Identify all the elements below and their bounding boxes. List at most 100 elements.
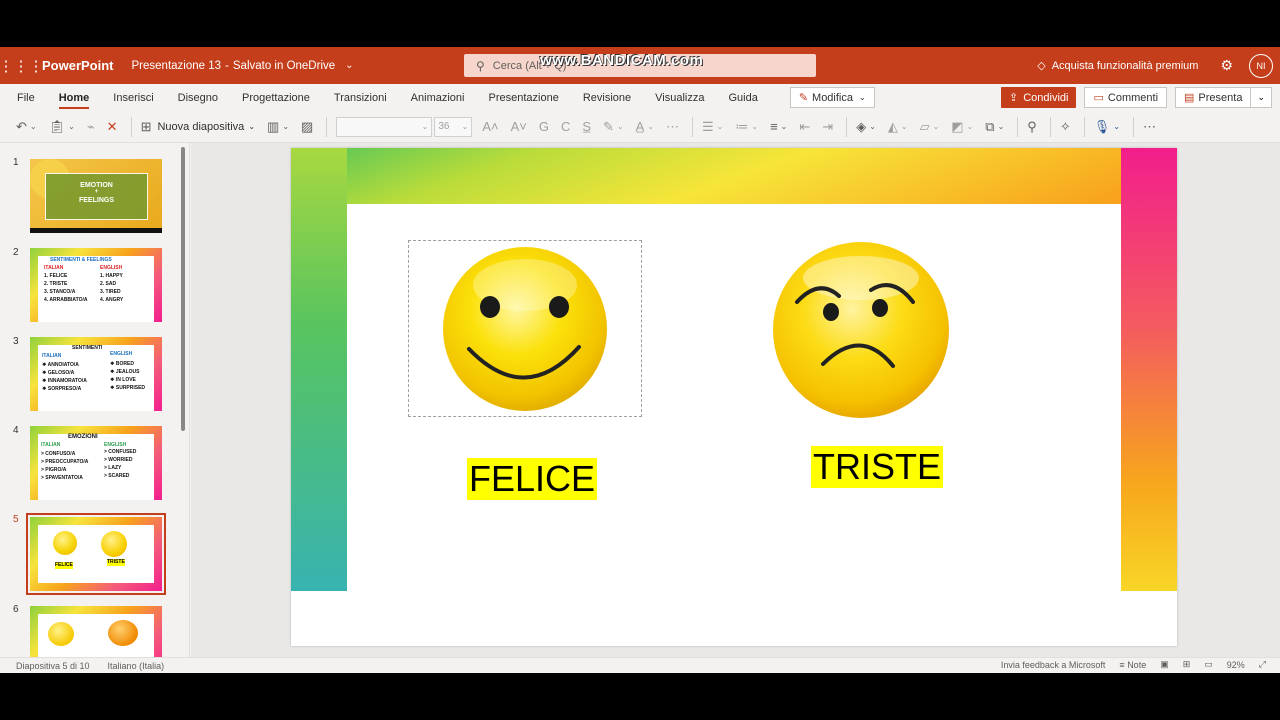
- gear-icon[interactable]: ⚙: [1220, 57, 1233, 74]
- highlight-icon[interactable]: ✎ ⌄: [599, 115, 628, 139]
- fit-slide-icon[interactable]: ⤢: [1259, 659, 1266, 670]
- font-size-value: 36: [438, 121, 450, 132]
- label-felice[interactable]: FELICE: [467, 458, 598, 500]
- gradient-frame-right: [1121, 148, 1177, 591]
- thumb2-col2-head: ENGLISH: [100, 265, 123, 271]
- ribbon-toolbar: ↶ ⌄ 📋︎ ⌄ ⌁ ✕ ⊞ Nuova diapositiva ⌄ ▥ ⌄ ▨ ⌄ …: [0, 111, 1280, 143]
- dictate-icon[interactable]: 🎙︎ ⌄: [1090, 115, 1124, 139]
- thumb3-item: ❖ SORPRESO/A: [42, 386, 82, 392]
- slide-thumbnail-1[interactable]: EMOTION + FEELINGS: [30, 159, 162, 233]
- tab-guida[interactable]: Guida: [716, 84, 769, 111]
- thumb4-item: > SPAVENTATO/A: [41, 475, 83, 481]
- shape-outline-icon[interactable]: ▱ ⌄: [916, 115, 944, 139]
- reading-view-icon[interactable]: ▭: [1204, 659, 1213, 670]
- slide-thumbnail-6[interactable]: [30, 606, 162, 657]
- arrange-icon[interactable]: ⧉ ⌄: [981, 115, 1008, 139]
- premium-link[interactable]: ◇ Acquista funzionalità premium: [1037, 59, 1198, 73]
- tab-transizioni[interactable]: Transizioni: [322, 84, 399, 111]
- notes-button[interactable]: ≡ Note: [1119, 660, 1146, 670]
- numbering-icon[interactable]: ≔ ⌄: [731, 115, 762, 139]
- shape-fill-icon[interactable]: ◭ ⌄: [884, 115, 912, 139]
- slide-thumbnail-2[interactable]: SENTIMENTI & FEELINGS ITALIAN ENGLISH 1.…: [30, 248, 162, 322]
- format-painter-icon[interactable]: ⌁: [83, 115, 99, 139]
- document-name[interactable]: Presentazione 13: [132, 60, 222, 72]
- thumbnail-scrollbar[interactable]: [181, 147, 185, 431]
- tab-inserisci[interactable]: Inserisci: [101, 84, 165, 111]
- tab-disegno[interactable]: Disegno: [166, 84, 230, 111]
- font-name-dropdown[interactable]: ⌄: [336, 116, 433, 137]
- share-button[interactable]: ⇪ Condividi: [1001, 87, 1077, 108]
- find-icon[interactable]: ⚲: [1023, 115, 1041, 139]
- avatar[interactable]: NI: [1249, 53, 1273, 78]
- separator: [846, 116, 848, 137]
- picture-icon[interactable]: ▨: [297, 115, 317, 139]
- feedback-link[interactable]: Invia feedback a Microsoft: [1001, 660, 1106, 670]
- tab-progettazione[interactable]: Progettazione: [230, 84, 322, 111]
- slide-thumbnail-3[interactable]: SENTIMENTI ITALIAN ENGLISH ❖ ANNOIATO/A …: [30, 337, 162, 411]
- ribbon-tabs: File Home Inserisci Disegno Progettazion…: [0, 84, 1280, 111]
- cut-icon[interactable]: ✕: [103, 115, 122, 139]
- thumb4-item: > PREOCCUPATO/A: [41, 459, 89, 465]
- layout-icon[interactable]: ▥ ⌄: [263, 115, 293, 139]
- chevron-down-icon: ⌄: [248, 122, 256, 131]
- thumb1-line2: +: [94, 189, 99, 195]
- italic-icon[interactable]: C: [557, 115, 574, 139]
- decrease-indent-icon[interactable]: ⇤: [795, 115, 814, 139]
- font-color-icon[interactable]: A̲ ⌄: [632, 115, 658, 139]
- separator: [1017, 116, 1019, 137]
- bullets-icon[interactable]: ☰ ⌄: [698, 115, 727, 139]
- thumbnail-number: 2: [13, 247, 19, 258]
- thumb3-item: ❖ SURPRISED: [110, 385, 146, 391]
- edit-mode-button[interactable]: ✎ Modifica ⌄: [789, 87, 875, 108]
- thumb3-title: SENTIMENTI: [72, 345, 103, 351]
- shrink-font-icon[interactable]: A˅: [507, 115, 531, 139]
- slide-thumbnail-5[interactable]: FELICE TRISTE: [26, 513, 166, 595]
- tab-presentazione[interactable]: Presentazione: [476, 84, 570, 111]
- save-status[interactable]: Salvato in OneDrive: [233, 60, 335, 72]
- increase-indent-icon[interactable]: ⇥: [818, 115, 837, 139]
- watermark: www.BANDICAM.com: [540, 52, 704, 69]
- happy-face-icon[interactable]: [441, 245, 609, 413]
- new-slide-button[interactable]: ⊞ Nuova diapositiva ⌄: [137, 115, 259, 139]
- undo-icon[interactable]: ↶ ⌄: [12, 115, 41, 139]
- thumb1-line3: FEELINGS: [78, 197, 114, 204]
- chevron-down-icon: ⌄: [421, 122, 429, 131]
- zoom-level[interactable]: 92%: [1227, 660, 1245, 670]
- thumb3-col2-head: ENGLISH: [110, 351, 133, 357]
- shapes-icon[interactable]: ◈ ⌄: [852, 115, 880, 139]
- slide-thumbnail-4[interactable]: EMOZIONI ITALIAN ENGLISH > CONFUSO/A > P…: [30, 426, 162, 500]
- font-size-dropdown[interactable]: 36 ⌄: [434, 116, 473, 137]
- tab-visualizza[interactable]: Visualizza: [643, 84, 716, 111]
- thumb3-item: ❖ BORED: [110, 361, 134, 367]
- app-name[interactable]: PowerPoint: [42, 58, 114, 73]
- grow-font-icon[interactable]: A˄: [478, 115, 502, 139]
- chevron-down-icon[interactable]: ⌄: [1250, 88, 1271, 107]
- chevron-down-icon[interactable]: ⌄: [345, 60, 353, 71]
- shape-effects-icon[interactable]: ◩ ⌄: [947, 115, 977, 139]
- tab-home[interactable]: Home: [47, 84, 102, 111]
- comments-button[interactable]: ▭ Commenti: [1084, 87, 1168, 108]
- bold-icon[interactable]: G: [535, 115, 553, 139]
- tab-animazioni[interactable]: Animazioni: [399, 84, 477, 111]
- more-options-icon[interactable]: ⋯: [1139, 115, 1160, 139]
- language-indicator[interactable]: Italiano (Italia): [108, 661, 165, 671]
- status-bar: Diapositiva 5 di 10 Italiano (Italia) In…: [0, 657, 1280, 673]
- sad-face-icon[interactable]: [771, 240, 951, 420]
- slide-count: Diapositiva 5 di 10: [16, 660, 90, 671]
- separator: [1049, 116, 1051, 137]
- title-separator: -: [225, 59, 229, 72]
- tab-revisione[interactable]: Revisione: [571, 84, 643, 111]
- underline-icon[interactable]: S̲: [578, 115, 595, 139]
- app-launcher-icon[interactable]: ⋮⋮⋮: [0, 47, 44, 84]
- present-button[interactable]: ▤ Presenta ⌄: [1175, 87, 1272, 108]
- align-icon[interactable]: ≡ ⌄: [766, 115, 791, 139]
- label-triste[interactable]: TRISTE: [811, 446, 944, 488]
- tab-file[interactable]: File: [0, 84, 47, 111]
- current-slide[interactable]: FELICE TRISTE: [291, 148, 1177, 646]
- separator: [130, 116, 132, 137]
- more-font-options-icon[interactable]: ⋯: [662, 115, 683, 139]
- normal-view-icon[interactable]: ▣: [1160, 659, 1169, 670]
- designer-icon[interactable]: ✧: [1056, 115, 1075, 139]
- paste-icon[interactable]: 📋︎ ⌄: [45, 115, 79, 139]
- slide-sorter-icon[interactable]: ⊞: [1183, 659, 1191, 670]
